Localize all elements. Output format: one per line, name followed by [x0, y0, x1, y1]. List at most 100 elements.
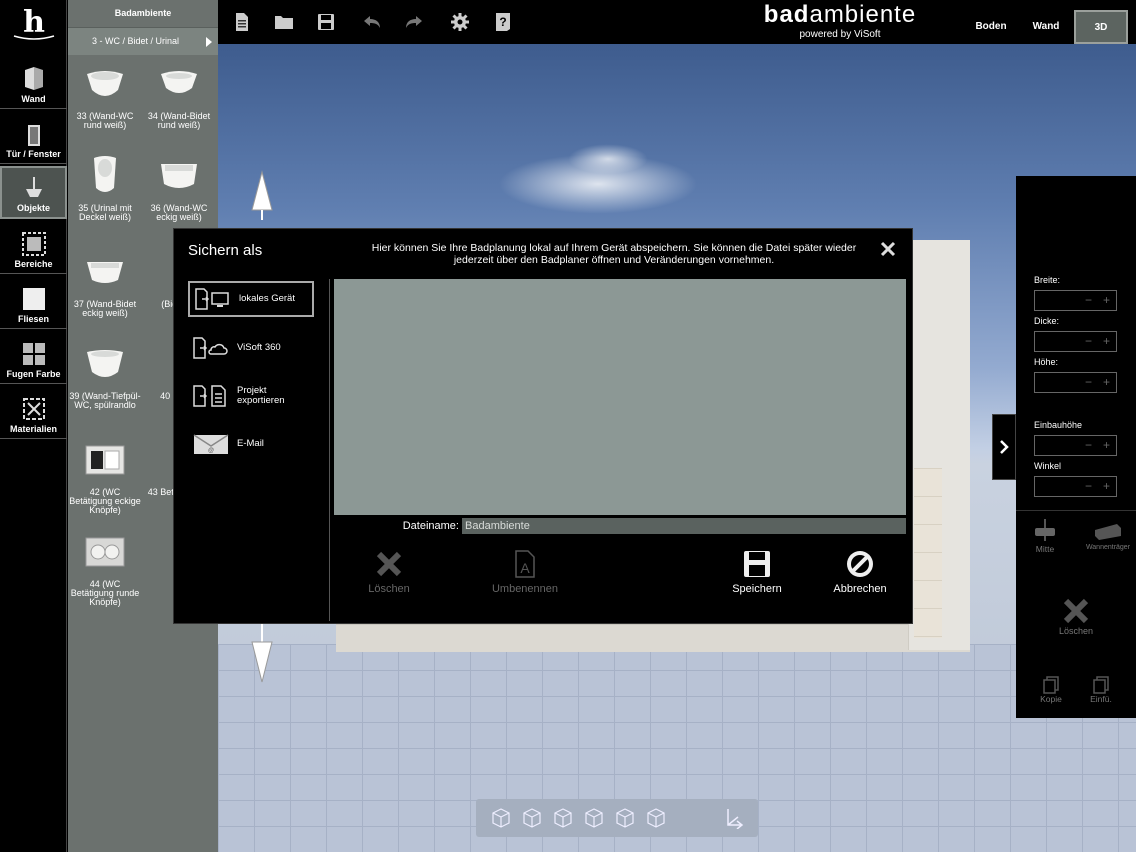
- thickness-stepper[interactable]: − +: [1034, 331, 1117, 352]
- bath-support-button[interactable]: Wannenträger: [1080, 518, 1136, 551]
- save-target-email[interactable]: @ E-Mail: [188, 426, 314, 462]
- flush-plate-round-icon: [85, 537, 125, 567]
- catalog-title: Badambiente: [68, 0, 218, 28]
- rename-icon: A: [515, 550, 535, 578]
- svg-text:h: h: [23, 5, 45, 40]
- tool-materials[interactable]: Materialien: [0, 386, 67, 439]
- angle-label: Winkel: [1034, 461, 1062, 471]
- cube-view-icon[interactable]: [645, 807, 667, 829]
- angle-stepper[interactable]: − +: [1034, 476, 1117, 497]
- svg-text:?: ?: [499, 15, 506, 29]
- bath-support-icon: [1095, 524, 1121, 540]
- copy-button[interactable]: Kopie: [1036, 676, 1066, 704]
- badambiente-logo: badambiente powered by ViSoft: [763, 1, 917, 41]
- door-window-icon: [27, 125, 40, 146]
- paste-button[interactable]: Einfü.: [1086, 676, 1116, 704]
- height-label: Höhe:: [1034, 357, 1059, 367]
- catalog-item[interactable]: 42 (WC Betätigung eckige Knöpfe): [68, 438, 142, 515]
- delete-object-button[interactable]: Löschen: [1046, 596, 1106, 636]
- catalog-item[interactable]: 36 (Wand-WC eckig weiß): [142, 154, 216, 222]
- new-file-icon[interactable]: [230, 10, 254, 34]
- save-disk-icon: [744, 551, 770, 577]
- rename-button[interactable]: A Umbenennen: [480, 549, 570, 595]
- dialog-title: Sichern als: [188, 242, 263, 259]
- cube-view-icon[interactable]: [490, 807, 512, 829]
- catalog-item[interactable]: 44 (WC Betätigung runde Knöpfe): [68, 530, 142, 607]
- cube-view-icon[interactable]: [521, 807, 543, 829]
- catalog-item[interactable]: 34 (Wand-Bidet rund weiß): [142, 62, 216, 130]
- help-icon[interactable]: ?: [491, 10, 515, 34]
- save-target-visoft-360[interactable]: ViSoft 360: [188, 330, 314, 366]
- paste-icon: [1093, 676, 1109, 694]
- wall-wc-square-icon: [161, 164, 197, 188]
- tool-tiles[interactable]: Fliesen: [0, 276, 67, 329]
- cloud-icon: [193, 337, 228, 359]
- cube-view-icon[interactable]: [583, 807, 605, 829]
- tool-grout-color[interactable]: Fugen Farbe: [0, 331, 67, 384]
- cube-view-icon[interactable]: [614, 807, 636, 829]
- wall-wc-icon: [87, 71, 123, 96]
- export-project-icon: [193, 385, 226, 407]
- settings-gear-icon[interactable]: [448, 10, 472, 34]
- copy-icon: [1043, 676, 1059, 694]
- save-target-local-device[interactable]: lokales Gerät: [188, 281, 314, 317]
- undo-icon[interactable]: [360, 10, 384, 34]
- chevron-right-icon: [206, 37, 212, 47]
- cube-view-icon[interactable]: [552, 807, 574, 829]
- tool-sidebar: h Wand Tür / Fenster Objekte Bereiche Fl…: [0, 0, 67, 852]
- redo-icon[interactable]: [402, 10, 426, 34]
- install-height-stepper[interactable]: − +: [1034, 435, 1117, 456]
- h-app-logo: h: [8, 4, 60, 50]
- areas-icon: [21, 232, 46, 256]
- divider: [1016, 510, 1136, 511]
- flush-plate-square-icon: [85, 445, 125, 475]
- install-height-label: Einbauhöhe: [1034, 420, 1083, 430]
- catalog-item[interactable]: 33 (Wand-WC rund weiß): [68, 62, 142, 130]
- grout-color-icon: [22, 343, 45, 365]
- svg-text:@: @: [208, 448, 214, 454]
- delete-button[interactable]: Löschen: [344, 549, 434, 595]
- axis-icon[interactable]: [722, 807, 744, 829]
- room-floor-slab: [336, 624, 970, 652]
- cancel-button[interactable]: Abbrechen: [815, 549, 905, 595]
- save-target-export-project[interactable]: Projekt exportieren: [188, 378, 314, 414]
- save-preview-area: [334, 279, 906, 515]
- open-folder-icon[interactable]: [272, 10, 296, 34]
- catalog-item[interactable]: 37 (Wand-Bidet eckig weiß): [68, 250, 142, 318]
- svg-text:A: A: [520, 560, 530, 576]
- center-icon: [1035, 519, 1055, 541]
- tool-wall[interactable]: Wand: [0, 56, 67, 109]
- wall-icon: [24, 67, 43, 90]
- move-down-arrow-icon[interactable]: [250, 624, 274, 684]
- materials-icon: [22, 398, 45, 420]
- urinal-icon: [94, 156, 116, 192]
- property-panel-toggle[interactable]: [992, 414, 1016, 480]
- close-icon[interactable]: [880, 241, 896, 257]
- tool-door-window[interactable]: Tür / Fenster: [0, 111, 67, 164]
- move-up-arrow-icon[interactable]: [250, 170, 274, 220]
- view-floor-button[interactable]: Boden: [970, 10, 1012, 42]
- filename-row: Dateiname:: [334, 517, 906, 535]
- catalog-category-selector[interactable]: 3 - WC / Bidet / Urinal: [68, 28, 218, 55]
- tiles-icon: [22, 288, 45, 310]
- objects-icon: [25, 177, 42, 197]
- property-panel: Breite: − + Dicke: − + Höhe: − + Einbauhöhe…: [1016, 176, 1136, 718]
- height-stepper[interactable]: − +: [1034, 372, 1117, 393]
- catalog-item[interactable]: 35 (Urinal mit Deckel weiß): [68, 154, 142, 222]
- save-icon[interactable]: [314, 10, 338, 34]
- tool-areas[interactable]: Bereiche: [0, 221, 67, 274]
- sky-cloud: [568, 144, 648, 174]
- width-stepper[interactable]: − +: [1034, 290, 1117, 311]
- cancel-icon: [847, 551, 873, 577]
- tool-objects[interactable]: Objekte: [0, 166, 67, 219]
- dialog-description: Hier können Sie Ihre Badplanung lokal au…: [371, 242, 857, 266]
- center-button[interactable]: Mitte: [1030, 518, 1060, 554]
- width-label: Breite:: [1034, 275, 1061, 285]
- view-wall-button[interactable]: Wand: [1026, 10, 1066, 42]
- filename-input[interactable]: [462, 518, 906, 534]
- catalog-item[interactable]: 39 (Wand-Tiefpül-WC, spülrandlo: [68, 342, 142, 410]
- wall-bidet-square-icon: [87, 262, 123, 283]
- camera-view-bar: [476, 799, 758, 837]
- save-button[interactable]: Speichern: [712, 549, 802, 595]
- view-3d-button[interactable]: 3D: [1074, 10, 1128, 44]
